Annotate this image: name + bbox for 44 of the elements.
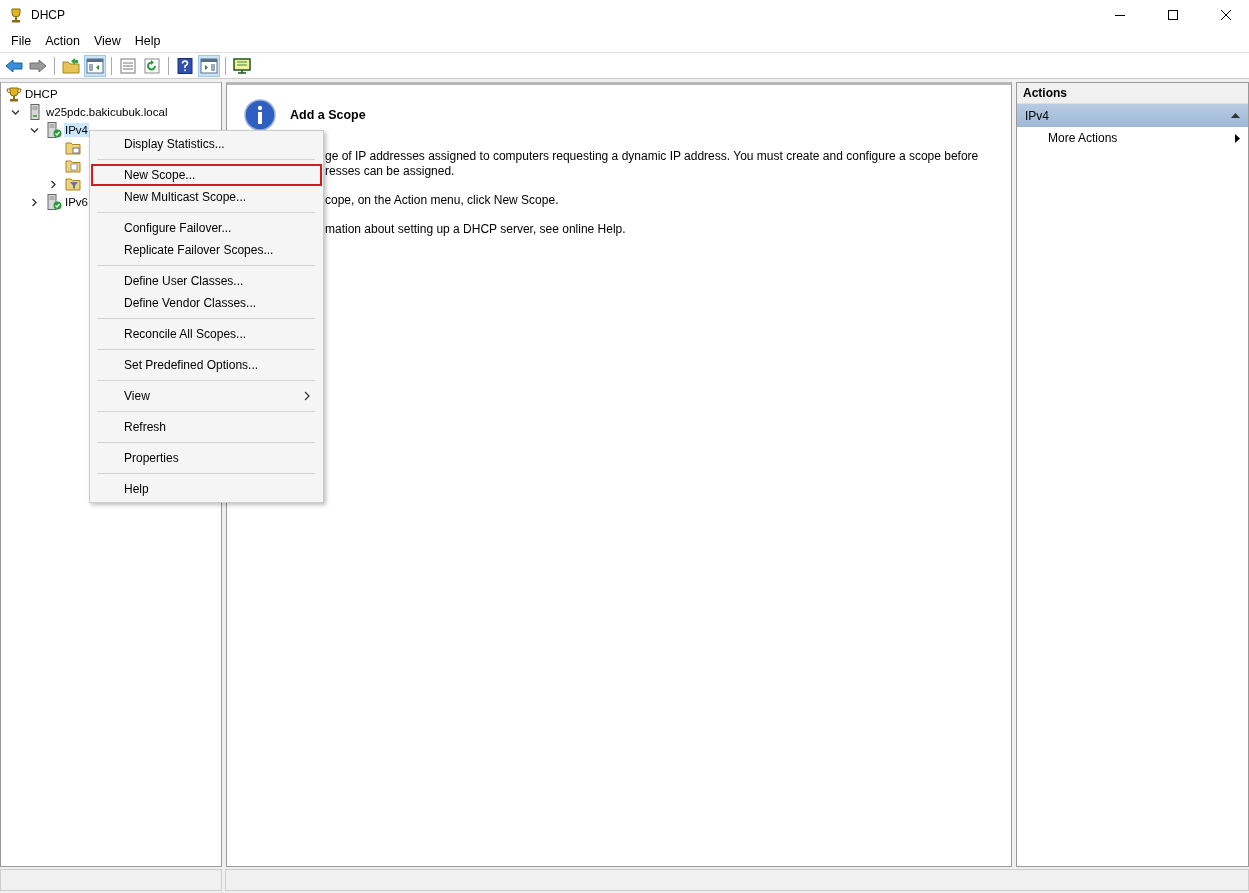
menu-item[interactable]: Help [127, 34, 168, 48]
context-menu-item[interactable]: New Scope... [91, 164, 322, 186]
context-menu-item[interactable]: Configure Failover... [91, 217, 322, 239]
close-icon [1221, 10, 1231, 20]
actions-title: Actions [1023, 86, 1067, 100]
description-text: mation about setting up a DHCP server, see online Help. [325, 222, 627, 237]
heading: Add a Scope [290, 108, 366, 122]
context-menu-item[interactable]: View [91, 385, 322, 407]
tree-item[interactable]: DHCP [24, 87, 59, 101]
context-menu-item[interactable]: Refresh [91, 416, 322, 438]
context-menu-item[interactable]: Replicate Failover Scopes... [91, 239, 322, 261]
chevron-right-icon [304, 391, 310, 401]
context-menu-item[interactable]: Display Statistics... [91, 133, 322, 155]
action-link[interactable]: More Actions [1017, 127, 1248, 149]
trophy-icon [6, 86, 22, 102]
action-label: More Actions [1048, 131, 1118, 145]
folder-icon [65, 158, 81, 174]
context-menu-item[interactable]: Help [91, 478, 322, 500]
context-menu-item[interactable]: Properties [91, 447, 322, 469]
context-menu-item[interactable]: Reconcile All Scopes... [91, 323, 322, 345]
context-menu-item[interactable]: Define Vendor Classes... [91, 292, 322, 314]
server-check-icon [46, 122, 62, 138]
menu-item[interactable]: File [4, 34, 39, 48]
minimize-icon [1115, 14, 1125, 16]
submenu-arrow-icon [1235, 133, 1240, 143]
tree-item[interactable]: IPv6 [64, 195, 89, 209]
menu-item[interactable]: Action [38, 34, 87, 48]
menu-item[interactable]: View [86, 34, 128, 48]
actions-section-header[interactable]: IPv4 [1017, 104, 1248, 127]
folder-icon [65, 140, 81, 156]
server-check-icon [46, 194, 62, 210]
context-menu-item[interactable]: New Multicast Scope... [91, 186, 322, 208]
maximize-icon [1168, 10, 1178, 20]
tree-item[interactable]: IPv4 [64, 123, 89, 137]
context-menu-item[interactable]: Define User Classes... [91, 270, 322, 292]
trophy-icon [8, 7, 24, 23]
context-menu-item[interactable]: Set Predefined Options... [91, 354, 322, 376]
server-icon [27, 104, 43, 120]
window-title: DHCP [31, 8, 65, 22]
description-text: ge of IP addresses assigned to computers requesting a dynamic IP address. You must create and configure a scope before resses can be assigned. [325, 149, 980, 179]
filter-folder-icon [65, 176, 81, 192]
tree-item[interactable]: w25pdc.bakicubuk.local [45, 105, 169, 119]
description-text: cope, on the Action menu, click New Scope. [325, 193, 560, 208]
collapse-arrow-icon [1231, 113, 1240, 118]
